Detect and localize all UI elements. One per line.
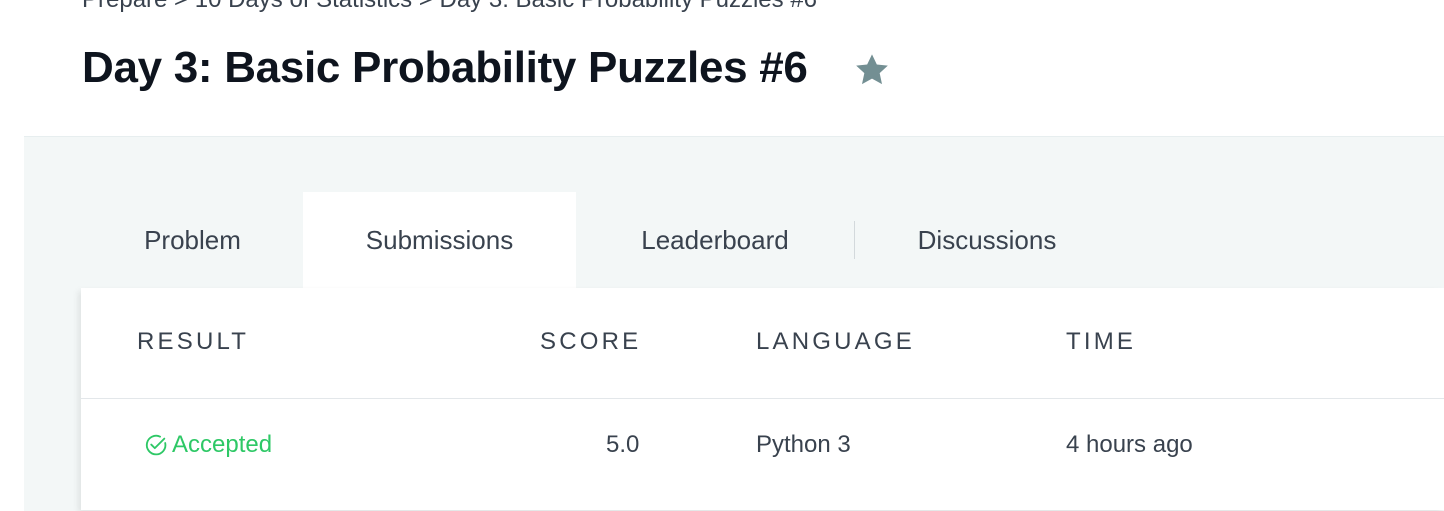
column-header-language: LANGUAGE [756,328,915,355]
check-circle-icon [145,434,167,456]
breadcrumb-clipped: Prepare > 10 Days of Statistics > Day 3:… [0,0,1444,22]
table-header: RESULT SCORE LANGUAGE TIME [81,288,1444,399]
time-value: 4 hours ago [1066,431,1193,458]
title-row: Day 3: Basic Probability Puzzles #6 [82,38,892,98]
result-label: Accepted [172,431,273,458]
challenge-tabs: Problem Submissions Leaderboard Discussi… [82,192,1119,288]
tab-submissions[interactable]: Submissions [303,192,576,288]
column-header-result: RESULT [137,328,250,355]
column-header-time: TIME [1066,328,1137,355]
result-accepted-link[interactable]: Accepted [143,431,272,459]
tab-problem[interactable]: Problem [82,192,303,288]
breadcrumb[interactable]: Prepare > 10 Days of Statistics > Day 3:… [82,0,817,14]
column-header-score: SCORE [540,328,642,355]
table-row[interactable]: Accepted 5.0 Python 3 4 hours ago [81,399,1444,510]
page-title: Day 3: Basic Probability Puzzles #6 [82,43,808,92]
tab-leaderboard[interactable]: Leaderboard [576,192,854,288]
score-value: 5.0 [606,431,640,458]
star-icon[interactable] [852,50,892,90]
tab-discussions[interactable]: Discussions [855,192,1119,288]
submissions-table: RESULT SCORE LANGUAGE TIME Accepted 5.0 … [81,288,1444,510]
language-value: Python 3 [756,431,851,458]
